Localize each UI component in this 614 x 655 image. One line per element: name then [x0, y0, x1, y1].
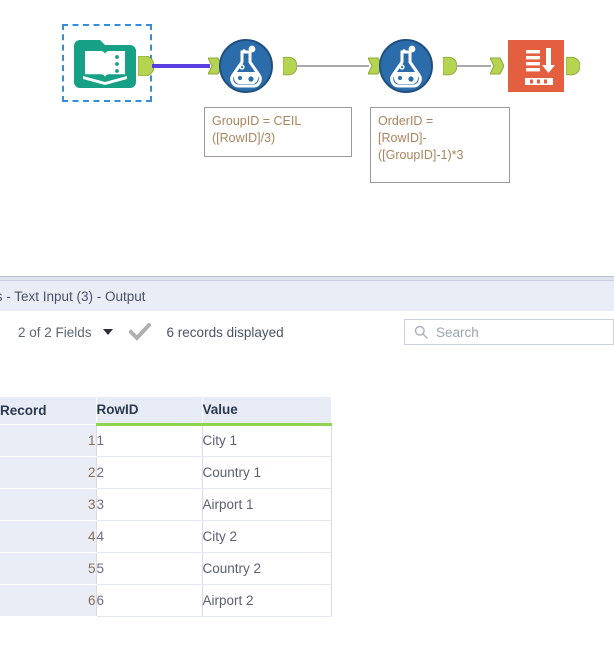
cell-value[interactable]: Country 1	[201, 456, 332, 489]
tool-output-data[interactable]	[508, 38, 564, 94]
anchor-input-output-data[interactable]	[489, 56, 505, 81]
output-anchor-icon	[565, 56, 581, 76]
table-row[interactable]: 2 2 Country 1	[0, 456, 332, 489]
cell-rowid[interactable]: 2	[95, 456, 203, 489]
results-table: Record RowID Value 1 1 City 1 2 2 Country 133…	[0, 397, 332, 617]
search-input[interactable]: Search	[436, 325, 479, 340]
cell-record: 5	[0, 552, 96, 585]
column-header-rowid[interactable]: RowID	[95, 397, 202, 426]
connection-formula-1-to-formula-2[interactable]	[296, 65, 369, 67]
cell-record: 6	[0, 584, 96, 617]
cell-record: 1	[0, 424, 96, 457]
cell-value[interactable]: City 1	[201, 424, 332, 457]
tool-formula-1[interactable]	[219, 39, 273, 93]
input-anchor-icon	[489, 57, 505, 75]
magnifier-glyph	[414, 325, 428, 339]
cell-value[interactable]: Airport 1	[201, 488, 332, 521]
tool-formula-2[interactable]	[379, 39, 433, 93]
connection-formula-2-to-output[interactable]	[456, 65, 491, 67]
anchor-output-formula-1[interactable]	[282, 56, 298, 81]
anchor-output-formula-2[interactable]	[442, 56, 458, 81]
flask-icon	[379, 39, 433, 93]
results-panel-title: ts - Text Input (3) - Output	[0, 288, 146, 304]
workflow-canvas[interactable]: GroupID = CEIL ([RowID]/3) OrderID = [Ro…	[0, 0, 614, 276]
checkmark-icon[interactable]	[128, 323, 151, 341]
checkmark-glyph	[128, 323, 151, 341]
table-row[interactable]: 6 6 Airport 2	[0, 584, 332, 617]
table-header-row: Record RowID Value	[0, 397, 331, 426]
output-document-icon	[508, 40, 564, 92]
results-panel: ts - Text Input (3) - Output 2 of 2 Fiel…	[0, 276, 614, 655]
table-row[interactable]: 1 1 City 1	[0, 424, 332, 457]
connection-text-input-to-formula-1[interactable]	[152, 64, 210, 68]
cell-record: 3	[0, 488, 96, 521]
fields-selector-label[interactable]: 2 of 2 Fields	[18, 325, 92, 340]
cell-record: 2	[0, 456, 96, 489]
table-body: 1 1 City 1 2 2 Country 1 3 3 Airport 1 4 4 City 255…	[0, 424, 332, 617]
column-header-record[interactable]: Record	[0, 397, 96, 425]
cell-value[interactable]: Country 2	[201, 552, 332, 585]
search-icon	[414, 325, 428, 339]
book-icon	[74, 40, 136, 88]
results-data-grid[interactable]: Record RowID Value 1 1 City 1 2 2 Country 133…	[0, 397, 614, 617]
cell-rowid[interactable]: 5	[95, 552, 203, 585]
cell-value[interactable]: City 2	[201, 520, 332, 553]
tool-text-input[interactable]	[74, 34, 136, 94]
table-header: Record RowID Value	[0, 397, 331, 426]
table-row[interactable]: 5 5 Country 2	[0, 552, 332, 585]
flask-icon	[219, 39, 273, 93]
chevron-down-icon[interactable]	[102, 329, 113, 335]
results-toolbar: 2 of 2 Fields 6 records displayed Search	[0, 312, 614, 352]
cell-rowid[interactable]: 1	[95, 424, 203, 457]
output-anchor-icon	[282, 56, 298, 76]
annotation-formula-1: GroupID = CEIL ([RowID]/3)	[204, 107, 352, 157]
cell-rowid[interactable]: 3	[95, 488, 203, 521]
anchor-output-text-input[interactable]	[137, 55, 155, 81]
cell-rowid[interactable]: 4	[95, 520, 203, 553]
annotation-formula-2: OrderID = [RowID]- ([GroupID]-1)*3	[370, 107, 510, 183]
cell-rowid[interactable]: 6	[95, 584, 203, 617]
cell-record: 4	[0, 520, 96, 553]
table-row[interactable]: 4 4 City 2	[0, 520, 332, 553]
output-anchor-icon	[442, 56, 458, 76]
cell-value[interactable]: Airport 2	[201, 584, 332, 617]
results-title-bar[interactable]: ts - Text Input (3) - Output	[0, 281, 614, 312]
search-box[interactable]: Search	[404, 319, 614, 345]
column-header-value[interactable]: Value	[201, 397, 331, 426]
records-displayed-label: 6 records displayed	[166, 324, 284, 340]
table-row[interactable]: 3 3 Airport 1	[0, 488, 332, 521]
anchor-output-output-data[interactable]	[565, 56, 581, 81]
